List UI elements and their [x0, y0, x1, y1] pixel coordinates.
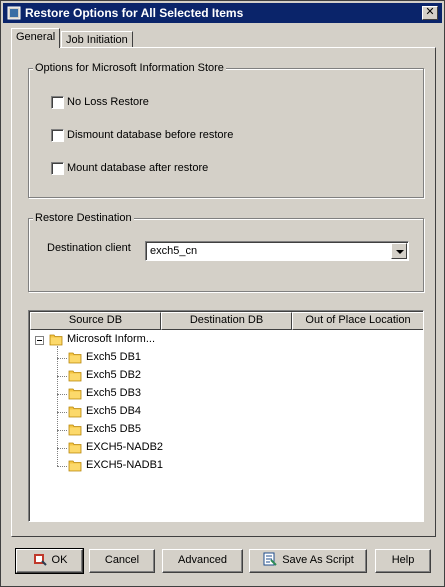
ok-icon: [33, 554, 47, 566]
restore-db-tree-table[interactable]: Source DB Destination DB Out of Place Lo…: [28, 310, 424, 522]
general-tab-panel: Options for Microsoft Information Store …: [11, 47, 436, 537]
tree-row[interactable]: EXCH5-NADB1: [29, 457, 423, 475]
tab-job-initiation-label: Job Initiation: [66, 34, 128, 46]
tree-connector: [57, 412, 67, 413]
folder-icon: [68, 388, 82, 400]
destination-client-select[interactable]: exch5_cn: [145, 241, 409, 261]
dismount-database-label: Dismount database before restore: [67, 129, 234, 141]
script-icon: [263, 552, 277, 566]
restore-options-dialog: Restore Options for All Selected Items ✕…: [0, 0, 445, 587]
folder-icon: [68, 442, 82, 454]
tree-row[interactable]: EXCH5-NADB2: [29, 439, 423, 457]
app-icon: [7, 6, 21, 20]
tree-connector: [57, 358, 67, 359]
folder-icon: [68, 352, 82, 364]
window-title: Restore Options for All Selected Items: [25, 6, 244, 20]
tree-row[interactable]: Exch5 DB2: [29, 367, 423, 385]
restore-destination-legend: Restore Destination: [33, 212, 134, 224]
destination-client-value: exch5_cn: [150, 245, 198, 257]
tree-item-label: Exch5 DB3: [86, 387, 142, 399]
table-header: Source DB Destination DB Out of Place Lo…: [30, 312, 423, 330]
dismount-database-checkbox[interactable]: [51, 129, 64, 142]
save-as-script-label: Save As Script: [282, 554, 354, 566]
column-header-source-db[interactable]: Source DB: [30, 312, 161, 330]
cancel-label: Cancel: [104, 554, 140, 566]
collapse-icon[interactable]: [35, 336, 44, 345]
no-loss-restore-checkbox[interactable]: [51, 96, 64, 109]
mount-database-label: Mount database after restore: [67, 162, 209, 174]
close-button[interactable]: ✕: [422, 6, 438, 20]
tree-item-label: Exch5 DB5: [86, 423, 142, 435]
help-label: Help: [391, 554, 415, 566]
column-header-destination-db[interactable]: Destination DB: [161, 312, 292, 330]
tab-general[interactable]: General: [11, 28, 61, 48]
tree-row[interactable]: Exch5 DB5: [29, 421, 423, 439]
info-store-options-legend: Options for Microsoft Information Store: [33, 62, 226, 74]
no-loss-restore-label: No Loss Restore: [67, 96, 149, 108]
tree-connector: [57, 394, 67, 395]
tree-item-label: EXCH5-NADB2: [86, 441, 164, 453]
tree-connector: [57, 466, 67, 467]
folder-icon: [68, 370, 82, 382]
tree-row[interactable]: Exch5 DB3: [29, 385, 423, 403]
tree-item-label: Exch5 DB1: [86, 351, 142, 363]
tree-connector: [57, 448, 67, 449]
ok-label: OK: [51, 554, 68, 566]
tree-row-root[interactable]: Microsoft Inform...: [29, 331, 423, 349]
folder-icon: [68, 460, 82, 472]
tree-root-label: Microsoft Inform...: [67, 333, 156, 345]
tree-row[interactable]: Exch5 DB4: [29, 403, 423, 421]
ok-button[interactable]: OK: [15, 548, 84, 574]
info-store-options-group: Options for Microsoft Information Store …: [28, 62, 424, 198]
tree-item-label: Exch5 DB4: [86, 405, 142, 417]
advanced-label: Advanced: [178, 554, 227, 566]
folder-icon: [49, 334, 63, 346]
tree-connector: [57, 376, 67, 377]
column-header-out-of-place-location[interactable]: Out of Place Location: [292, 312, 423, 330]
close-icon: ✕: [425, 6, 435, 18]
tree-item-label: Exch5 DB2: [86, 369, 142, 381]
mount-database-checkbox[interactable]: [51, 162, 64, 175]
folder-icon: [68, 406, 82, 418]
restore-destination-group: Restore Destination Destination client e…: [28, 212, 424, 292]
chevron-down-icon[interactable]: [391, 243, 407, 259]
tab-general-label: General: [16, 31, 56, 43]
tree-row[interactable]: Exch5 DB1: [29, 349, 423, 367]
cancel-button[interactable]: Cancel: [89, 549, 155, 573]
tree-connector: [57, 430, 67, 431]
advanced-button[interactable]: Advanced: [162, 549, 243, 573]
destination-client-label: Destination client: [47, 242, 131, 254]
help-button[interactable]: Help: [375, 549, 431, 573]
save-as-script-button[interactable]: Save As Script: [249, 549, 367, 573]
tree-item-label: EXCH5-NADB1: [86, 459, 164, 471]
tab-job-initiation[interactable]: Job Initiation: [61, 31, 133, 48]
title-bar[interactable]: Restore Options for All Selected Items ✕: [3, 3, 442, 23]
folder-icon: [68, 424, 82, 436]
